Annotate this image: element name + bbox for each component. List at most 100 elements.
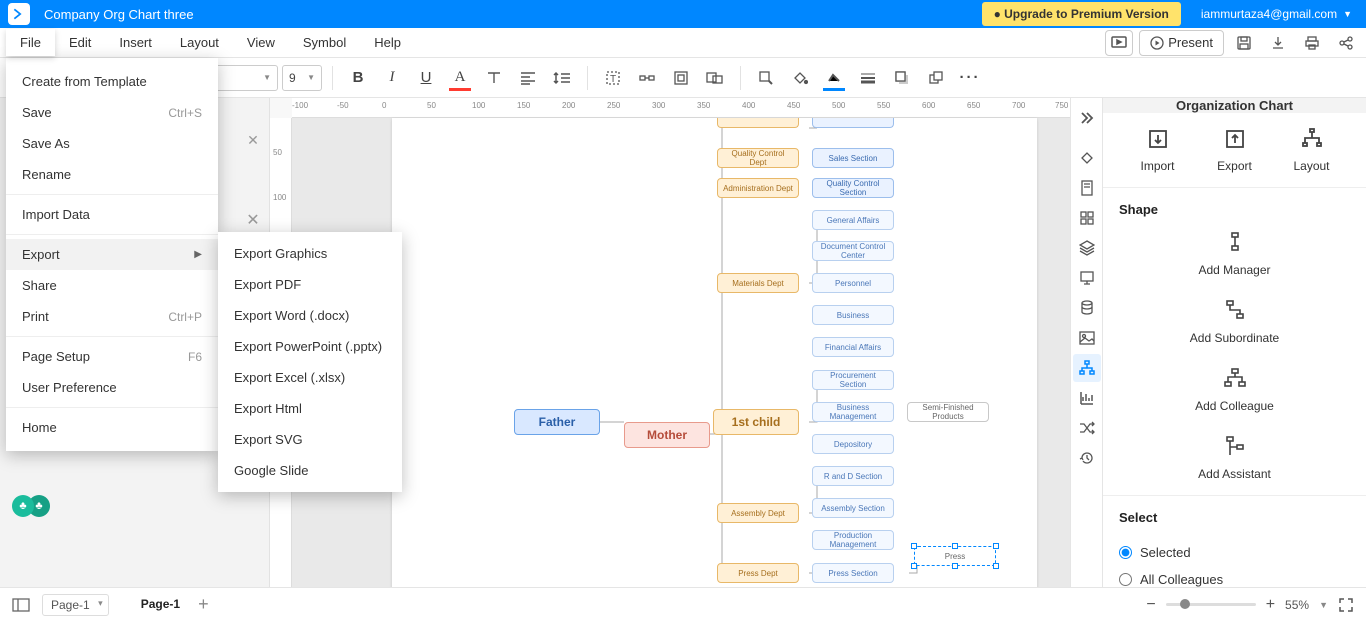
- upgrade-button[interactable]: ● Upgrade to Premium Version: [982, 2, 1181, 26]
- node-sub-top[interactable]: [812, 118, 894, 128]
- export-excel[interactable]: Export Excel (.xlsx): [218, 362, 402, 393]
- radio-selected[interactable]: Selected: [1119, 539, 1350, 566]
- boolean-button[interactable]: [700, 63, 730, 93]
- node-semi-finished[interactable]: Semi-Finished Products: [907, 402, 989, 422]
- node-mother[interactable]: Mother: [624, 422, 710, 448]
- node-first-child[interactable]: 1st child: [713, 409, 799, 435]
- menu-symbol[interactable]: Symbol: [289, 29, 360, 56]
- present-button[interactable]: Present: [1139, 30, 1224, 56]
- bold-button[interactable]: B: [343, 63, 373, 93]
- line-color-button[interactable]: [819, 63, 849, 93]
- user-account-menu[interactable]: iammurtaza4@gmail.com ▼: [1201, 7, 1358, 21]
- export-svg[interactable]: Export SVG: [218, 424, 402, 455]
- presentation-panel-button[interactable]: [1073, 264, 1101, 292]
- chart-panel-button[interactable]: [1073, 384, 1101, 412]
- grid-panel-button[interactable]: [1073, 204, 1101, 232]
- page-tab-1[interactable]: Page-1: [137, 589, 184, 621]
- slideshow-button[interactable]: [1105, 30, 1133, 56]
- menu-save-as[interactable]: Save As: [6, 128, 218, 159]
- fill-shape-button[interactable]: [751, 63, 781, 93]
- fullscreen-button[interactable]: [1338, 597, 1354, 613]
- history-panel-button[interactable]: [1073, 444, 1101, 472]
- image-panel-button[interactable]: [1073, 324, 1101, 352]
- menu-user-preference[interactable]: User Preference: [6, 372, 218, 403]
- align-left-button[interactable]: [513, 63, 543, 93]
- node-general-affairs[interactable]: General Affairs: [812, 210, 894, 230]
- font-color-button[interactable]: A: [445, 63, 475, 93]
- layers-panel-button[interactable]: [1073, 234, 1101, 262]
- selection-handle[interactable]: [911, 563, 917, 569]
- radio-all-colleagues[interactable]: All Colleagues: [1119, 566, 1350, 587]
- menu-view[interactable]: View: [233, 29, 289, 56]
- menu-home[interactable]: Home: [6, 412, 218, 443]
- print-button[interactable]: [1298, 30, 1326, 56]
- drawing-page[interactable]: Father Mother 1st child Quality Control …: [392, 118, 1037, 587]
- node-quality-control-dept[interactable]: Quality Control Dept: [717, 148, 799, 168]
- node-press-dept[interactable]: Press Dept: [717, 563, 799, 583]
- add-page-button[interactable]: +: [198, 594, 209, 615]
- italic-button[interactable]: I: [377, 63, 407, 93]
- expand-right-button[interactable]: [1073, 104, 1101, 132]
- node-production-mgmt[interactable]: Production Management: [812, 530, 894, 550]
- zoom-out-button[interactable]: −: [1146, 596, 1155, 614]
- page-selector[interactable]: Page-1: [42, 594, 109, 616]
- export-google-slide[interactable]: Google Slide: [218, 455, 402, 486]
- menu-save[interactable]: SaveCtrl+S: [6, 97, 218, 128]
- menu-export[interactable]: Export▶: [6, 239, 218, 270]
- node-materials-dept[interactable]: Materials Dept: [717, 273, 799, 293]
- node-financial[interactable]: Financial Affairs: [812, 337, 894, 357]
- container-button[interactable]: [666, 63, 696, 93]
- download-button[interactable]: [1264, 30, 1292, 56]
- import-button[interactable]: Import: [1119, 127, 1196, 173]
- underline-button[interactable]: U: [411, 63, 441, 93]
- data-panel-button[interactable]: [1073, 294, 1101, 322]
- arrange-button[interactable]: [921, 63, 951, 93]
- shuffle-panel-button[interactable]: [1073, 414, 1101, 442]
- zoom-caret[interactable]: ▼: [1319, 600, 1328, 610]
- org-chart-panel-button[interactable]: [1073, 354, 1101, 382]
- font-size-select[interactable]: 9 ▼: [282, 65, 322, 91]
- more-button[interactable]: ···: [955, 63, 985, 93]
- menu-create-template[interactable]: Create from Template: [6, 66, 218, 97]
- menu-share[interactable]: Share: [6, 270, 218, 301]
- menu-rename[interactable]: Rename: [6, 159, 218, 190]
- selection-handle[interactable]: [952, 543, 958, 549]
- menu-print[interactable]: PrintCtrl+P: [6, 301, 218, 332]
- save-button[interactable]: [1230, 30, 1258, 56]
- node-business-mgmt[interactable]: Business Management: [812, 402, 894, 422]
- menu-import-data[interactable]: Import Data: [6, 199, 218, 230]
- export-button[interactable]: Export: [1196, 127, 1273, 173]
- node-sales-section[interactable]: Sales Section: [812, 148, 894, 168]
- page-panel-button[interactable]: [1073, 174, 1101, 202]
- export-powerpoint[interactable]: Export PowerPoint (.pptx): [218, 331, 402, 362]
- node-business[interactable]: Business: [812, 305, 894, 325]
- add-colleague-button[interactable]: Add Colleague: [1175, 367, 1295, 413]
- export-graphics[interactable]: Export Graphics: [218, 238, 402, 269]
- export-html[interactable]: Export Html: [218, 393, 402, 424]
- node-quality-control-section[interactable]: Quality Control Section: [812, 178, 894, 198]
- line-weight-button[interactable]: [853, 63, 883, 93]
- export-word[interactable]: Export Word (.docx): [218, 300, 402, 331]
- node-procurement[interactable]: Procurement Section: [812, 370, 894, 390]
- connector-button[interactable]: [632, 63, 662, 93]
- menu-help[interactable]: Help: [360, 29, 415, 56]
- share-button[interactable]: [1332, 30, 1360, 56]
- shadow-button[interactable]: [887, 63, 917, 93]
- menu-page-setup[interactable]: Page SetupF6: [6, 341, 218, 372]
- close-tab-button[interactable]: ✕: [243, 130, 263, 150]
- fill-bucket-button[interactable]: [785, 63, 815, 93]
- node-assembly-dept[interactable]: Assembly Dept: [717, 503, 799, 523]
- export-pdf[interactable]: Export PDF: [218, 269, 402, 300]
- zoom-slider[interactable]: [1166, 603, 1256, 606]
- close-tab-button-2[interactable]: ✕: [243, 210, 263, 230]
- text-block-button[interactable]: T: [598, 63, 628, 93]
- add-assistant-button[interactable]: Add Assistant: [1175, 435, 1295, 481]
- node-rd-section[interactable]: R and D Section: [812, 466, 894, 486]
- selection-handle[interactable]: [993, 543, 999, 549]
- node-personnel[interactable]: Personnel: [812, 273, 894, 293]
- menu-insert[interactable]: Insert: [105, 29, 166, 56]
- node-press-section[interactable]: Press Section: [812, 563, 894, 583]
- fill-panel-button[interactable]: [1073, 144, 1101, 172]
- node-depository[interactable]: Depository: [812, 434, 894, 454]
- add-manager-button[interactable]: Add Manager: [1175, 231, 1295, 277]
